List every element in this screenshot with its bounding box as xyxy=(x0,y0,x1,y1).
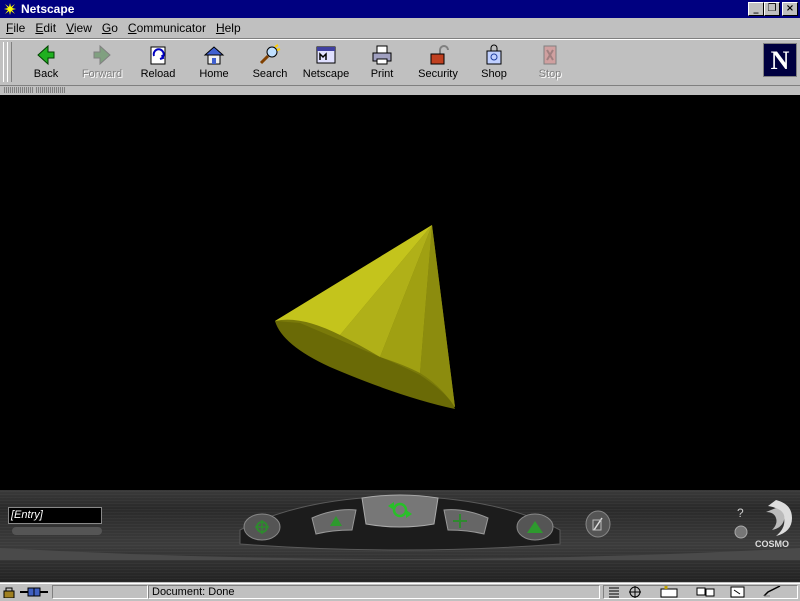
menu-go-label: o xyxy=(111,21,118,35)
status-message: Document: Done xyxy=(152,586,235,598)
menu-edit[interactable]: Edit xyxy=(31,21,60,35)
reload-label: Reload xyxy=(140,68,176,80)
netscape-label: Netscape xyxy=(302,68,350,80)
back-label: Back xyxy=(33,68,59,80)
menu-help-label: elp xyxy=(224,21,241,35)
menu-file[interactable]: File xyxy=(2,21,29,35)
menu-communicator[interactable]: Communicator xyxy=(124,21,210,35)
home-button[interactable]: Home xyxy=(188,42,240,84)
stop-label: Stop xyxy=(538,68,562,80)
menu-go[interactable]: Go xyxy=(98,21,122,35)
navigation-toolbar: Back Forward Reload Home Search Netscape… xyxy=(0,39,800,86)
print-button[interactable]: Print xyxy=(356,42,408,84)
security-status-icon[interactable] xyxy=(2,586,18,598)
netscape-button[interactable]: Netscape xyxy=(300,42,352,84)
back-arrow-icon xyxy=(37,44,55,66)
stop-button[interactable]: Stop xyxy=(524,42,576,84)
collapsed-location-toolbar-tab[interactable] xyxy=(4,87,34,93)
netscape-app-icon[interactable] xyxy=(3,2,17,16)
menu-bar: File Edit View Go Communicator Help xyxy=(0,18,800,39)
progress-field xyxy=(52,585,148,599)
cosmo-brand-label: COSMO xyxy=(755,539,790,549)
menu-communicator-label: ommunicator xyxy=(136,21,206,35)
home-icon xyxy=(203,46,225,65)
shop-button[interactable]: Shop xyxy=(468,42,520,84)
search-icon xyxy=(259,44,281,65)
vrml-viewport[interactable] xyxy=(0,95,800,490)
title-bar: Netscape _ ❐ × xyxy=(0,0,800,18)
security-button[interactable]: Security xyxy=(412,42,464,84)
security-label: Security xyxy=(418,68,458,80)
shop-label: Shop xyxy=(481,68,507,80)
composer-pen-icon[interactable] xyxy=(762,586,782,598)
tilt-button[interactable] xyxy=(516,513,554,541)
menu-view[interactable]: View xyxy=(62,21,96,35)
composer-icon[interactable] xyxy=(730,586,746,598)
menu-help-accel: H xyxy=(215,21,225,35)
straighten-button[interactable] xyxy=(585,510,611,538)
cosmo-player-dashboard: ? [Entry] COSMO xyxy=(0,490,800,582)
connection-status-icon[interactable] xyxy=(20,586,48,598)
home-label: Home xyxy=(199,68,229,80)
taskbar-dock-icon[interactable] xyxy=(607,586,621,598)
search-button[interactable]: Search xyxy=(244,42,296,84)
zoom-button[interactable] xyxy=(243,513,281,541)
help-glyph: ? xyxy=(737,506,744,520)
print-label: Print xyxy=(370,68,394,80)
reload-button[interactable]: Reload xyxy=(132,42,184,84)
padlock-icon xyxy=(430,45,449,65)
forward-label: Forward xyxy=(81,68,123,80)
forward-arrow-icon xyxy=(93,44,111,66)
window-title: Netscape xyxy=(21,2,75,16)
menu-file-label: ile xyxy=(13,21,26,35)
dashboard-controls: ? xyxy=(0,494,800,560)
netscape-logo[interactable]: N xyxy=(763,43,797,77)
viewpoint-list-button[interactable] xyxy=(12,527,102,535)
viewpoint-entry-field[interactable]: [Entry] xyxy=(8,507,102,524)
menu-help[interactable]: Help xyxy=(212,21,245,35)
printer-icon xyxy=(372,45,392,65)
minimize-button[interactable]: _ xyxy=(748,2,764,16)
back-button[interactable]: Back xyxy=(20,42,72,84)
stop-icon xyxy=(543,45,557,65)
close-button[interactable]: × xyxy=(782,2,798,16)
toolbar-grip-2[interactable] xyxy=(7,42,12,82)
discussion-groups-icon[interactable] xyxy=(696,586,716,598)
menu-view-label: iew xyxy=(73,21,92,35)
cone-3d-object xyxy=(275,225,455,409)
my-netscape-icon xyxy=(316,46,336,64)
cosmo-logo[interactable] xyxy=(766,500,792,536)
search-label: Search xyxy=(252,68,288,80)
menu-go-accel: G xyxy=(101,21,112,35)
reload-icon xyxy=(150,46,166,65)
window-controls: _ ❐ × xyxy=(748,2,798,16)
mail-icon[interactable] xyxy=(660,586,678,598)
collapsed-personal-toolbar-tab[interactable] xyxy=(36,87,66,93)
shopping-bag-icon xyxy=(486,44,502,65)
restore-button[interactable]: ❐ xyxy=(764,2,780,16)
menu-communicator-accel: C xyxy=(127,21,137,35)
help-button[interactable] xyxy=(734,525,748,539)
forward-button[interactable]: Forward xyxy=(76,42,128,84)
navigator-icon[interactable] xyxy=(626,586,644,598)
menu-edit-label: dit xyxy=(43,21,57,35)
menu-view-accel: V xyxy=(66,21,74,35)
status-bar: Document: Done xyxy=(0,583,800,601)
rotate-button[interactable] xyxy=(361,494,439,528)
